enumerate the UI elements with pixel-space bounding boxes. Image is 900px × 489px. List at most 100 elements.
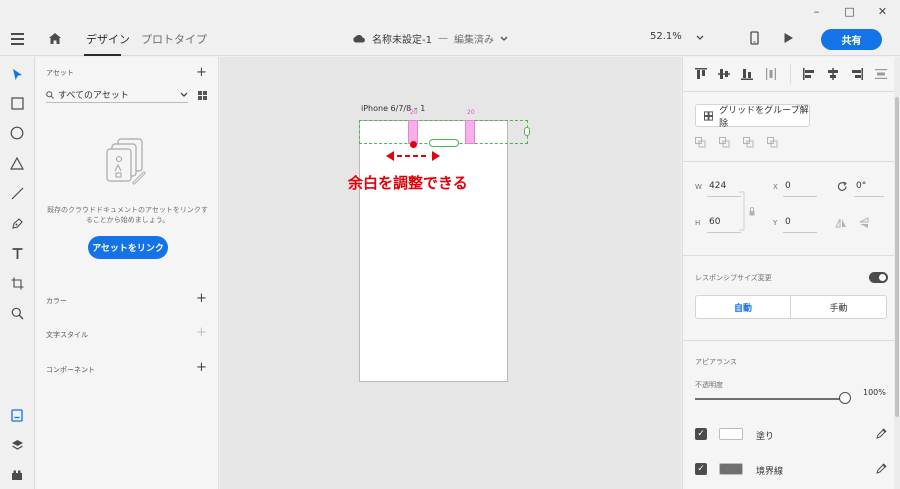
height-label: H: [695, 219, 701, 227]
zoom-tool[interactable]: [9, 305, 25, 321]
opacity-value[interactable]: 100%: [863, 388, 886, 397]
select-tool[interactable]: [9, 66, 25, 82]
add-char-style-button[interactable]: +: [196, 326, 207, 339]
section-char-styles-label: 文字スタイル: [46, 331, 88, 339]
eyedropper-icon[interactable]: [876, 463, 887, 474]
opacity-label: 不透明度: [695, 381, 723, 389]
ellipse-tool[interactable]: [9, 125, 25, 141]
align-top-icon[interactable]: [695, 68, 707, 80]
fill-checkbox[interactable]: ✓: [695, 428, 707, 440]
grid-resize-handle-bottom[interactable]: [429, 139, 459, 147]
flip-vertical-icon[interactable]: [859, 217, 869, 229]
boolean-subtract-icon[interactable]: [719, 137, 730, 148]
zoom-level[interactable]: 52.1%: [650, 31, 682, 42]
pen-tool[interactable]: [9, 215, 25, 231]
cloud-icon: [353, 34, 365, 43]
text-tool[interactable]: [9, 245, 25, 261]
height-underline: [707, 232, 741, 233]
y-value[interactable]: 0: [785, 217, 791, 227]
section-components-label: コンポーネント: [46, 366, 95, 374]
flip-horizontal-icon[interactable]: [835, 218, 847, 228]
plugins-tool[interactable]: [9, 467, 25, 483]
y-underline: [783, 232, 817, 233]
boolean-exclude-icon[interactable]: [767, 137, 778, 148]
width-underline: [707, 196, 741, 197]
polygon-tool[interactable]: [9, 155, 25, 171]
x-value[interactable]: 0: [785, 181, 791, 191]
align-divider: [790, 64, 791, 84]
add-asset-button[interactable]: +: [196, 66, 207, 79]
x-label: X: [773, 183, 778, 191]
tab-design[interactable]: デザイン: [86, 31, 130, 47]
document-title[interactable]: 名称未設定-1 — 編集済み: [352, 31, 508, 46]
document-name: 名称未設定-1: [372, 35, 432, 46]
line-icon: [11, 187, 23, 199]
boolean-add-icon[interactable]: [695, 137, 706, 148]
layers-tool[interactable]: [9, 437, 25, 453]
share-button[interactable]: 共有: [821, 29, 882, 50]
device-preview-icon[interactable]: [750, 31, 759, 45]
add-color-button[interactable]: +: [196, 292, 207, 305]
divider: [683, 340, 895, 341]
distribute-horizontal-icon[interactable]: [765, 68, 777, 80]
rotation-value[interactable]: 0°: [856, 181, 866, 191]
close-button[interactable]: ✕: [866, 0, 899, 22]
align-left-icon[interactable]: [803, 68, 815, 80]
inspector-scrollbar[interactable]: [894, 57, 900, 489]
height-value[interactable]: 60: [709, 217, 720, 227]
design-canvas[interactable]: iPhone 6/7/8 – 1 20 20 余白を調整できる: [220, 57, 681, 489]
grid-resize-handle-right[interactable]: [524, 127, 530, 136]
app-header: デザイン プロトタイプ 名称未設定-1 — 編集済み 52.1% 共有: [0, 22, 900, 56]
artboard-tool[interactable]: [9, 275, 25, 291]
empty-assets-message: 既存のクラウドドキュメントのアセットをリンクすることから始めましょう。: [47, 206, 208, 224]
selection-anchor-dot: [410, 141, 417, 148]
distribute-vertical-icon[interactable]: [875, 68, 887, 80]
responsive-resize-toggle[interactable]: [869, 272, 888, 283]
aspect-bracket: [739, 191, 745, 231]
spacing-value-left: 20: [410, 109, 418, 116]
link-assets-button[interactable]: アセットをリンク: [88, 236, 168, 259]
tab-prototype[interactable]: プロトタイプ: [141, 31, 207, 47]
home-icon[interactable]: [48, 32, 62, 45]
line-tool[interactable]: [9, 185, 25, 201]
opacity-slider-track[interactable]: [695, 398, 841, 400]
spacing-indicator-right[interactable]: [465, 120, 475, 144]
zoom-chevron-down-icon[interactable]: [696, 35, 704, 40]
boolean-intersect-icon[interactable]: [743, 137, 754, 148]
maximize-button[interactable]: □: [833, 0, 866, 22]
align-center-icon[interactable]: [827, 68, 839, 80]
rectangle-tool[interactable]: [9, 95, 25, 111]
asset-filter-select[interactable]: すべてのアセット: [46, 87, 188, 103]
align-middle-icon[interactable]: [718, 68, 730, 80]
segment-auto[interactable]: 自動: [695, 295, 791, 319]
assets-panel: アセット + すべてのアセット 既存のクラウドドキュメントのアセットをリンクする…: [36, 57, 219, 489]
segment-manual[interactable]: 手動: [790, 295, 887, 319]
hamburger-menu-icon[interactable]: [11, 33, 24, 48]
play-icon[interactable]: [783, 32, 794, 44]
add-component-button[interactable]: +: [196, 361, 207, 374]
polygon-icon: [10, 156, 24, 170]
x-underline: [783, 196, 817, 197]
align-right-icon[interactable]: [851, 68, 863, 80]
fill-swatch[interactable]: [719, 428, 743, 440]
stroke-swatch[interactable]: [719, 463, 743, 475]
responsive-resize-label: レスポンシブサイズ変更: [695, 274, 772, 282]
assets-panel-tool[interactable]: [9, 407, 25, 423]
search-icon: [46, 90, 54, 99]
spacing-value-right: 20: [467, 109, 475, 116]
width-value[interactable]: 424: [709, 181, 726, 191]
eyedropper-icon[interactable]: [876, 428, 887, 439]
grid-view-icon[interactable]: [198, 91, 207, 100]
align-bottom-icon[interactable]: [741, 68, 753, 80]
tool-bar: [0, 57, 35, 489]
assets-panel-icon: [11, 408, 23, 422]
plugins-icon: [12, 470, 22, 480]
minimize-button[interactable]: –: [800, 0, 833, 22]
scrollbar-thumb[interactable]: [895, 97, 899, 417]
opacity-slider-knob[interactable]: [839, 392, 851, 404]
lock-aspect-icon[interactable]: [749, 207, 755, 216]
stroke-checkbox[interactable]: ✓: [695, 463, 707, 475]
rotation-underline: [854, 196, 884, 197]
ungroup-grid-button[interactable]: グリッドをグループ解除: [695, 104, 810, 129]
divider: [683, 255, 895, 256]
